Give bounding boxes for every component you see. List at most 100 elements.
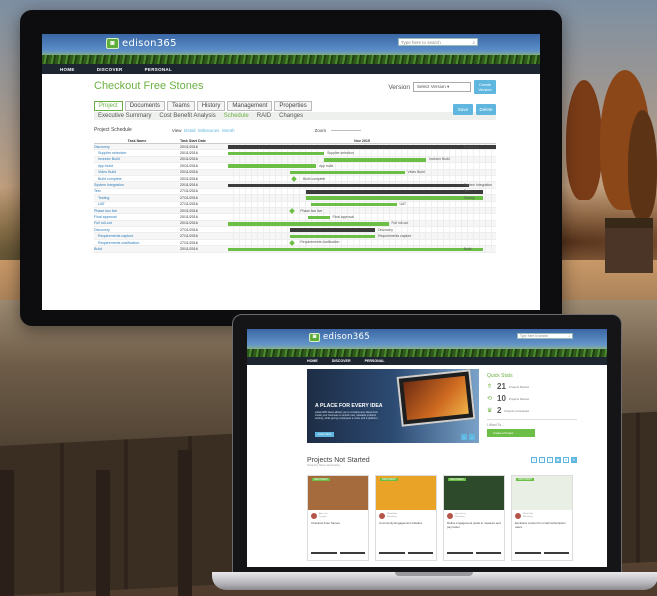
- tab-management[interactable]: Management: [227, 101, 273, 111]
- subtab-raid[interactable]: RAID: [257, 113, 271, 119]
- task-bar[interactable]: [289, 228, 376, 232]
- task-name[interactable]: Test: [94, 189, 180, 193]
- version-select[interactable]: Select Version ▾: [413, 82, 471, 92]
- task-name[interactable]: Phase two live: [94, 209, 180, 213]
- next-arrow-icon[interactable]: ›: [469, 434, 475, 440]
- tab-documents[interactable]: Documents: [124, 101, 166, 111]
- subtab-changes[interactable]: Changes: [279, 113, 303, 119]
- task-name[interactable]: Testing: [94, 196, 180, 200]
- view-option-detail[interactable]: Detail: [184, 128, 196, 133]
- search-input[interactable]: Type here to search ⌕: [398, 38, 478, 46]
- card-title[interactable]: Community Engagement Initiative: [376, 519, 436, 531]
- tab-history[interactable]: History: [196, 101, 226, 111]
- task-bar[interactable]: [228, 151, 325, 156]
- task-bar[interactable]: [228, 183, 470, 188]
- task-name[interactable]: System Integration: [94, 183, 180, 187]
- nav-home[interactable]: HOME: [307, 359, 318, 363]
- task-bar[interactable]: [228, 145, 496, 149]
- task-name[interactable]: Final approval: [94, 215, 180, 219]
- action-buttons: Save Delete: [453, 104, 496, 115]
- task-bar[interactable]: [289, 234, 376, 239]
- task-bar[interactable]: [228, 221, 389, 226]
- project-card[interactable]: DISCOVERY Alex Lee Designs Checkout Free S…: [307, 475, 369, 561]
- subtab-cost-benefit[interactable]: Cost Benefit Analysis: [159, 113, 215, 119]
- hero-banner: A PLACE FOR EVERY IDEA edison365 ideas a…: [307, 369, 479, 443]
- card-title[interactable]: Checkout Free Stones: [308, 519, 368, 531]
- task-name[interactable]: Discovery: [94, 145, 180, 149]
- delete-button[interactable]: Delete: [476, 104, 496, 115]
- list-view-icon[interactable]: ≡: [563, 457, 569, 463]
- tab-teams[interactable]: Teams: [167, 101, 195, 111]
- col-start-date: Task Start Date: [180, 139, 206, 143]
- edison365-logo[interactable]: ◙ edison365: [309, 332, 370, 342]
- save-button[interactable]: Save: [453, 104, 473, 115]
- task-name[interactable]: Full roll-out: [94, 221, 180, 225]
- search-input[interactable]: Type here to search ⌕: [517, 333, 573, 339]
- search-icon[interactable]: ⌕: [472, 40, 475, 45]
- task-name[interactable]: Discovery: [94, 228, 180, 232]
- refresh-icon[interactable]: ↻: [571, 457, 577, 463]
- subtab-schedule[interactable]: Schedule: [224, 113, 249, 119]
- create-project-button[interactable]: Create a Project: [487, 429, 535, 437]
- task-bar[interactable]: [228, 164, 317, 169]
- nav-home[interactable]: HOME: [60, 67, 75, 72]
- task-name[interactable]: Video Build: [94, 170, 180, 174]
- tab-project[interactable]: Project: [94, 101, 123, 111]
- bar-label: Final approval: [332, 214, 354, 219]
- main-nav: HOME DISCOVER PERSONAL: [42, 64, 540, 74]
- edison365-logo[interactable]: ◙ edison365: [106, 38, 177, 49]
- project-card[interactable]: DISCOVERY Nabel Aziz Marketing Community E…: [375, 475, 437, 561]
- task-bar[interactable]: [311, 202, 397, 207]
- project-subtabs: Executive Summary Cost Benefit Analysis …: [94, 112, 496, 120]
- rocket-icon: ⇮: [487, 384, 493, 390]
- subtab-executive-summary[interactable]: Executive Summary: [98, 113, 151, 119]
- task-bar[interactable]: [308, 215, 330, 220]
- timeline-cell: Final approval: [228, 214, 496, 220]
- task-bar[interactable]: [305, 196, 483, 201]
- task-bar[interactable]: [228, 247, 483, 252]
- prev-arrow-icon[interactable]: ‹: [461, 434, 467, 440]
- tab-properties[interactable]: Properties: [274, 101, 312, 111]
- filter-icon[interactable]: ▽: [547, 457, 553, 463]
- nav-personal[interactable]: PERSONAL: [145, 67, 172, 72]
- filter-icon[interactable]: ▽: [539, 457, 545, 463]
- milestone-diamond[interactable]: [291, 176, 298, 182]
- task-name[interactable]: App build: [94, 164, 180, 168]
- milestone-diamond[interactable]: [288, 208, 295, 214]
- zoom-slider[interactable]: [331, 129, 362, 131]
- version-value: Select Version: [417, 84, 446, 89]
- project-card[interactable]: DISCOVERY Harriet Lee Marketing Define eng…: [443, 475, 505, 561]
- stage-badge: DISCOVERY: [448, 478, 467, 481]
- project-card[interactable]: DISCOVERY Rohit Dilip Marketing Exclusive …: [511, 475, 573, 561]
- hero-learn-more-button[interactable]: Learn More: [315, 432, 335, 437]
- nav-personal[interactable]: PERSONAL: [365, 359, 385, 363]
- stage-badge: DISCOVERY: [380, 478, 399, 481]
- task-name[interactable]: Investor Build: [94, 157, 180, 161]
- task-name[interactable]: Build complete: [94, 177, 180, 181]
- view-option-month[interactable]: Month: [222, 128, 235, 133]
- search-icon[interactable]: ⌕: [568, 334, 570, 338]
- task-name[interactable]: Supplier selection: [94, 151, 180, 155]
- task-name[interactable]: Requirements capture: [94, 234, 180, 238]
- nav-discover[interactable]: DISCOVER: [97, 67, 123, 72]
- task-bar[interactable]: [289, 170, 405, 175]
- task-bar[interactable]: [305, 190, 483, 194]
- gantt-row[interactable]: Build 20/11/2016 Build: [94, 246, 496, 253]
- task-name[interactable]: Build: [94, 247, 180, 251]
- filter-icon[interactable]: ▽: [531, 457, 537, 463]
- create-version-button[interactable]: Create Version: [474, 80, 496, 94]
- card-title[interactable]: Define engagement goals to measure and p…: [444, 519, 504, 531]
- task-bar[interactable]: [324, 158, 427, 162]
- nav-discover[interactable]: DISCOVER: [332, 359, 351, 363]
- task-name[interactable]: Requirements clarification: [94, 241, 180, 245]
- zoom-control[interactable]: Zoom: [315, 128, 362, 133]
- card-title[interactable]: Exclusive content for email subscription…: [512, 519, 572, 531]
- quick-stats-title: Quick Stats: [487, 373, 513, 379]
- hero-arrows: ‹ ›: [461, 434, 475, 440]
- grid-view-icon[interactable]: ▦: [555, 457, 561, 463]
- milestone-diamond[interactable]: [288, 240, 295, 246]
- view-option-milestones[interactable]: Milestones: [198, 128, 220, 133]
- task-name[interactable]: UAT: [94, 202, 180, 206]
- view-label: View: [171, 127, 182, 133]
- task-start-date: 20/11/2016: [180, 163, 198, 168]
